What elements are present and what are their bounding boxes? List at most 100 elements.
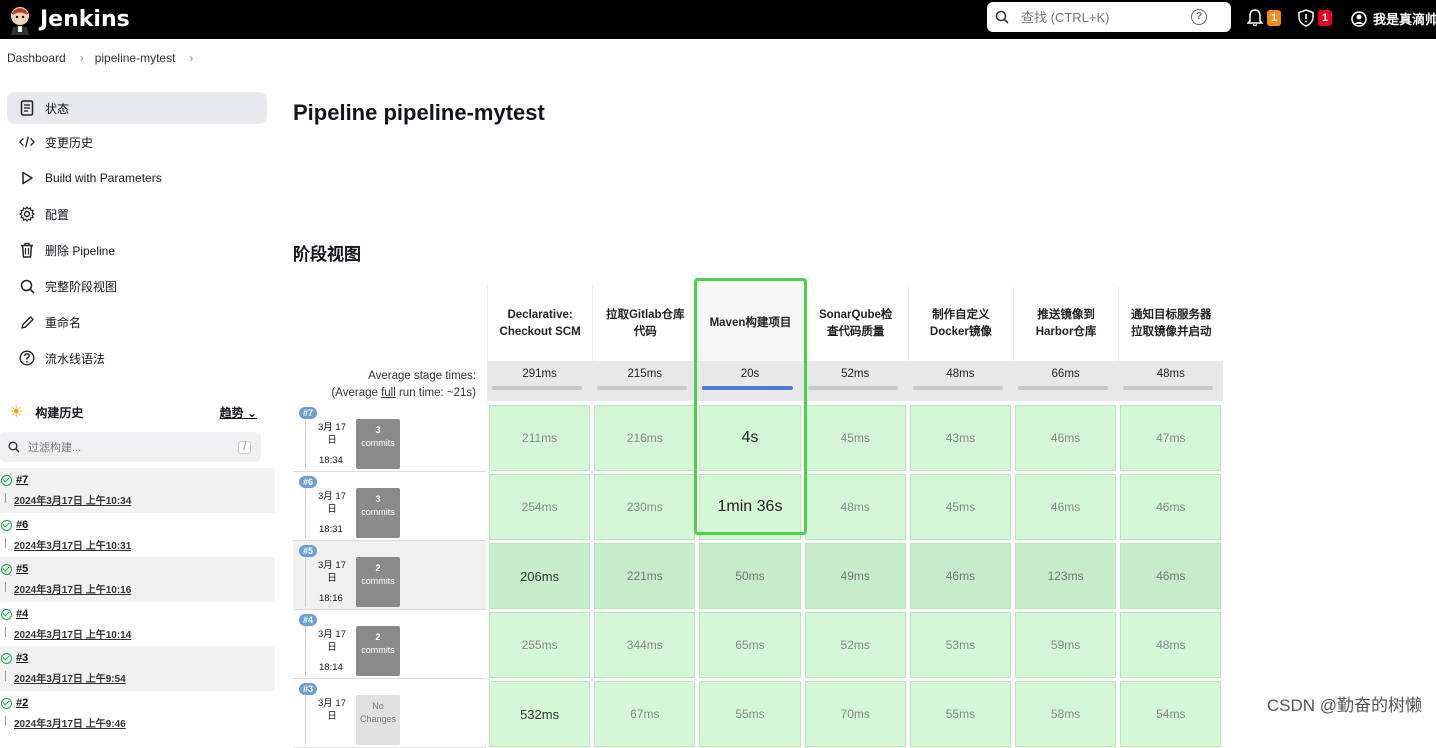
stage-cell[interactable]: 532ms xyxy=(489,681,590,747)
stage-cell[interactable]: 55ms xyxy=(910,681,1011,747)
stage-cell[interactable]: 48ms xyxy=(805,474,906,540)
breadcrumb-dashboard[interactable]: Dashboard xyxy=(7,51,66,65)
run-commits[interactable]: 2commits xyxy=(356,557,400,607)
stage-cell[interactable]: 254ms xyxy=(489,474,590,540)
build-number[interactable]: #3 xyxy=(16,652,28,664)
stage-average-value: 48ms xyxy=(1157,368,1185,380)
build-row[interactable]: #6 2024年3月17日 上午10:31 xyxy=(0,513,275,558)
run-row-label[interactable]: #43月 17 日18:142commits xyxy=(293,610,486,679)
stage-cell[interactable]: 216ms xyxy=(594,405,695,471)
run-row-label[interactable]: #53月 17 日18:162commits xyxy=(293,541,486,610)
chevron-right-icon[interactable]: › xyxy=(189,51,193,65)
search-input[interactable] xyxy=(1021,10,1191,25)
run-badge[interactable]: #4 xyxy=(299,614,317,626)
stage-cell[interactable]: 52ms xyxy=(805,612,906,678)
stage-progress-track xyxy=(1018,386,1108,390)
sidebar-item-build-with-parameters[interactable]: Build with Parameters xyxy=(7,160,267,196)
user-menu[interactable]: 我是真滴帅 xyxy=(1351,9,1436,28)
run-commits[interactable]: 3commits xyxy=(356,488,400,538)
stage-cell[interactable]: 47ms xyxy=(1120,405,1221,471)
sidebar-item-full-stage-view[interactable]: 完整阶段视图 xyxy=(7,268,267,304)
stage-cell[interactable]: 58ms xyxy=(1015,681,1116,747)
success-icon xyxy=(1,475,12,486)
run-badge[interactable]: #7 xyxy=(299,407,317,419)
build-number[interactable]: #5 xyxy=(16,563,28,575)
stage-cell[interactable]: 45ms xyxy=(910,474,1011,540)
notifications-button[interactable]: 1 xyxy=(1247,9,1281,27)
build-number[interactable]: #7 xyxy=(16,474,28,486)
build-date[interactable]: 2024年3月17日 上午9:46 xyxy=(14,715,126,730)
build-date[interactable]: 2024年3月17日 上午10:31 xyxy=(14,537,131,552)
sidebar-item-configure[interactable]: 配置 xyxy=(7,196,267,232)
run-row-label[interactable]: #33月 17 日NoChanges xyxy=(293,679,486,748)
security-button[interactable]: 1 xyxy=(1298,9,1332,27)
stage-cell[interactable]: 221ms xyxy=(594,543,695,609)
build-history-title: 构建历史 xyxy=(35,404,83,421)
stage-cell[interactable]: 211ms xyxy=(489,405,590,471)
run-badge[interactable]: #6 xyxy=(299,476,317,488)
build-row[interactable]: #7 2024年3月17日 上午10:34 xyxy=(0,468,275,513)
sidebar-item-rename[interactable]: 重命名 xyxy=(7,304,267,340)
stage-cell[interactable]: 65ms xyxy=(699,612,800,678)
build-date[interactable]: 2024年3月17日 上午9:54 xyxy=(14,670,126,685)
stage-cell[interactable]: 49ms xyxy=(805,543,906,609)
stage-cell[interactable]: 53ms xyxy=(910,612,1011,678)
run-badge[interactable]: #5 xyxy=(299,545,317,557)
build-date[interactable]: 2024年3月17日 上午10:14 xyxy=(14,626,131,641)
run-date: 3月 17 日 xyxy=(317,490,347,516)
stage-cell[interactable]: 45ms xyxy=(805,405,906,471)
stage-cell[interactable]: 123ms xyxy=(1015,543,1116,609)
build-date[interactable]: 2024年3月17日 上午10:16 xyxy=(14,581,131,596)
stage-cell[interactable]: 230ms xyxy=(594,474,695,540)
stage-cell[interactable]: 206ms xyxy=(489,543,590,609)
build-filter-input[interactable]: 过滤构建... / xyxy=(0,432,261,462)
sidebar-item-pipeline-syntax[interactable]: 流水线语法 xyxy=(7,340,267,376)
stage-cell[interactable]: 46ms xyxy=(1120,543,1221,609)
stage-progress-track xyxy=(913,386,1003,390)
stage-cell[interactable]: 70ms xyxy=(805,681,906,747)
stage-average-time: 52ms xyxy=(803,361,908,401)
sidebar-item-status[interactable]: 状态 xyxy=(7,92,267,124)
jenkins-logo[interactable]: Jenkins xyxy=(8,5,130,35)
build-row[interactable]: #5 2024年3月17日 上午10:16 xyxy=(0,557,275,602)
help-icon[interactable]: ? xyxy=(1191,9,1207,25)
run-row-label[interactable]: #73月 17 日18:343commits xyxy=(293,403,486,472)
stage-cell[interactable]: 46ms xyxy=(910,543,1011,609)
stage-cell[interactable]: 55ms xyxy=(699,681,800,747)
run-commits[interactable]: 3commits xyxy=(356,419,400,469)
stage-cell[interactable]: 46ms xyxy=(1015,474,1116,540)
build-number[interactable]: #6 xyxy=(16,519,28,531)
stage-cell[interactable]: 46ms xyxy=(1120,474,1221,540)
gear-icon xyxy=(19,206,35,222)
stage-cell[interactable]: 50ms xyxy=(699,543,800,609)
build-number[interactable]: #4 xyxy=(16,608,28,620)
breadcrumb-pipeline[interactable]: pipeline-mytest xyxy=(95,51,176,65)
full-run-link[interactable]: full xyxy=(381,387,396,399)
stage-cell[interactable]: 54ms xyxy=(1120,681,1221,747)
filter-shortcut: / xyxy=(238,441,251,454)
stage-cell[interactable]: 4s xyxy=(699,405,800,471)
search-box[interactable]: ? xyxy=(987,2,1231,32)
stage-cell[interactable]: 46ms xyxy=(1015,405,1116,471)
sidebar-item-delete-pipeline[interactable]: 删除 Pipeline xyxy=(7,232,267,268)
stage-cell[interactable]: 67ms xyxy=(594,681,695,747)
sun-icon: ☀ xyxy=(9,402,23,422)
stage-cell[interactable]: 344ms xyxy=(594,612,695,678)
stage-cell[interactable]: 1min 36s xyxy=(699,474,800,540)
build-row[interactable]: #2 2024年3月17日 上午9:46 xyxy=(0,691,275,736)
build-number[interactable]: #2 xyxy=(16,697,28,709)
build-date[interactable]: 2024年3月17日 上午10:34 xyxy=(14,492,131,507)
build-row[interactable]: #3 2024年3月17日 上午9:54 xyxy=(0,646,275,691)
run-commits[interactable]: NoChanges xyxy=(356,695,400,745)
stage-cell[interactable]: 43ms xyxy=(910,405,1011,471)
stage-cell[interactable]: 59ms xyxy=(1015,612,1116,678)
sidebar-item-changes[interactable]: 变更历史 xyxy=(7,124,267,160)
stage-cell[interactable]: 48ms xyxy=(1120,612,1221,678)
stage-cell[interactable]: 255ms xyxy=(489,612,590,678)
run-badge[interactable]: #3 xyxy=(299,683,317,695)
build-row[interactable]: #4 2024年3月17日 上午10:14 xyxy=(0,602,275,647)
trend-link[interactable]: 趋势 ⌄ xyxy=(220,404,257,421)
run-commits[interactable]: 2commits xyxy=(356,626,400,676)
page-title: Pipeline pipeline-mytest xyxy=(293,100,545,126)
run-row-label[interactable]: #63月 17 日18:313commits xyxy=(293,472,486,541)
